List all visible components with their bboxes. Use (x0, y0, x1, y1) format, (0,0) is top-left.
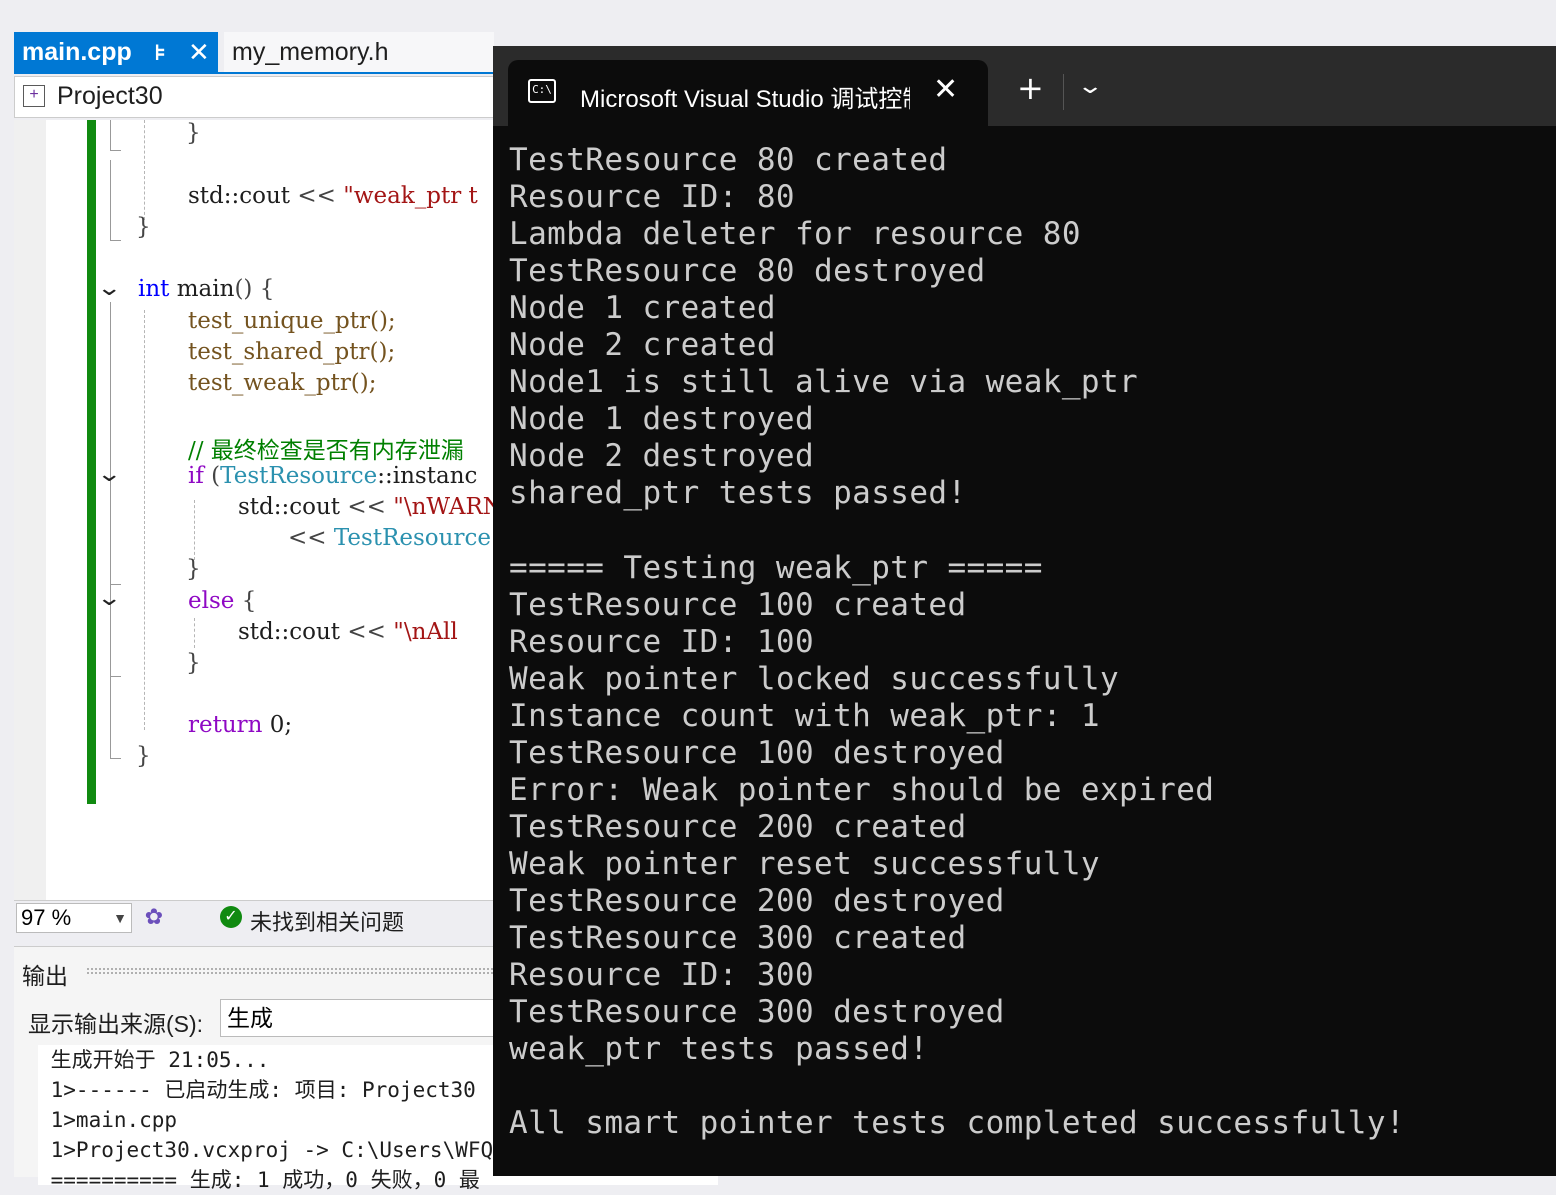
code-line: return 0; (188, 712, 293, 738)
indent-guide (194, 618, 195, 648)
terminal-line: weak_ptr tests passed! (509, 1031, 929, 1068)
chevron-down-icon[interactable]: ⌄ (1076, 74, 1104, 99)
code-line: std::cout << "weak_ptr t (188, 183, 478, 209)
terminal-line: TestResource 100 created (509, 586, 967, 623)
terminal-line: All smart pointer tests completed succes… (509, 1105, 1405, 1142)
fold-chevron-icon[interactable]: ⌄ (96, 462, 122, 487)
code-line: << TestResource: (288, 525, 499, 551)
code-cleanup-icon[interactable]: ✿ (142, 905, 166, 929)
scope-bracket (110, 120, 121, 151)
code-line: if (TestResource::instanc (188, 463, 478, 489)
fold-chevron-icon[interactable]: ⌄ (96, 586, 122, 611)
code-line: } (186, 120, 201, 146)
code-line: test_shared_ptr(); (188, 339, 396, 365)
terminal-line: TestResource 200 destroyed (509, 882, 1005, 919)
code-line: } (186, 650, 201, 676)
scope-bracket (110, 160, 121, 241)
change-tracking-bar (87, 120, 96, 804)
terminal-line: Resource ID: 100 (509, 623, 815, 660)
terminal-line: TestResource 80 created (509, 142, 948, 178)
code-line: test_unique_ptr(); (188, 308, 396, 334)
terminal-line: TestResource 100 destroyed (509, 734, 1005, 771)
pin-icon[interactable]: ⊧ (154, 40, 166, 66)
check-circle-icon: ✓ (220, 906, 242, 928)
code-line: std::cout << "\nWARN (238, 494, 503, 520)
code-line: // 最终检查是否有内存泄漏 (188, 438, 464, 464)
terminal-line: Resource ID: 300 (509, 957, 815, 994)
terminal-line: Node1 is still alive via weak_ptr (509, 364, 1139, 401)
terminal-line: Error: Weak pointer should be expired (509, 771, 1215, 808)
new-tab-button[interactable]: + (1017, 72, 1044, 104)
indent-guide (144, 310, 145, 730)
terminal-line: Instance count with weak_ptr: 1 (509, 697, 1100, 734)
terminal-tab-title: Microsoft Visual Studio 调试控制台 (580, 86, 910, 113)
terminal-line: shared_ptr tests passed! (509, 475, 967, 512)
code-line: test_weak_ptr(); (188, 370, 377, 396)
terminal-tab[interactable]: C:\ Microsoft Visual Studio 调试控制台 ✕ (508, 60, 988, 126)
code-line: std::cout << "\nAll (238, 619, 458, 645)
close-icon[interactable]: ✕ (188, 37, 210, 68)
terminal-line: Node 1 created (509, 290, 776, 327)
terminal-titlebar: C:\ Microsoft Visual Studio 调试控制台 ✕ + ⌄ (493, 46, 1556, 126)
terminal-line: Weak pointer reset successfully (509, 845, 1100, 882)
output-title: 输出 (22, 963, 68, 989)
editor-gutter (14, 120, 46, 900)
project-name: Project30 (57, 82, 163, 110)
tab-label: my_memory.h (232, 37, 389, 66)
title-strip (0, 0, 1556, 30)
tab-label: main.cpp (22, 37, 132, 66)
code-line: } (136, 743, 151, 769)
terminal-line: TestResource 300 destroyed (509, 994, 1005, 1031)
output-source-label: 显示输出来源(S): (28, 1011, 204, 1037)
terminal-line: TestResource 200 created (509, 808, 967, 845)
terminal-window: C:\ Microsoft Visual Studio 调试控制台 ✕ + ⌄ … (493, 46, 1556, 1176)
code-line: } (186, 556, 201, 582)
terminal-line: Node 2 destroyed (509, 438, 815, 475)
divider (1063, 74, 1064, 110)
project-icon: + (23, 85, 45, 107)
terminal-line: Node 2 created (509, 327, 776, 364)
tab-my-memory-h[interactable]: my_memory.h (224, 32, 494, 72)
issues-status[interactable]: 未找到相关问题 (250, 905, 404, 937)
indent-guide (144, 120, 145, 220)
terminal-line: TestResource 80 destroyed (509, 253, 986, 290)
terminal-line: Weak pointer locked successfully (509, 660, 1120, 697)
terminal-line: Node 1 destroyed (509, 401, 815, 438)
terminal-line: Lambda deleter for resource 80 (509, 216, 1081, 253)
zoom-select[interactable]: 97 % ▼ (16, 903, 132, 933)
close-icon[interactable]: ✕ (933, 72, 958, 107)
code-line: int main() { (138, 276, 275, 302)
code-line: } (136, 214, 151, 240)
terminal-output[interactable]: TestResource 80 created Resource ID: 80 La… (509, 142, 1405, 1142)
dropdown-arrow-icon: ▼ (113, 910, 127, 926)
terminal-line: Resource ID: 80 (509, 179, 795, 216)
tab-main-cpp[interactable]: main.cpp ⊧ ✕ (14, 32, 218, 72)
code-line: else { (188, 588, 257, 614)
terminal-line: ===== Testing weak_ptr ===== (509, 549, 1043, 586)
scope-bracket (110, 302, 121, 759)
console-icon: C:\ (528, 79, 556, 103)
terminal-line: TestResource 300 created (509, 919, 967, 956)
indent-guide (194, 500, 195, 560)
fold-chevron-icon[interactable]: ⌄ (96, 276, 122, 301)
